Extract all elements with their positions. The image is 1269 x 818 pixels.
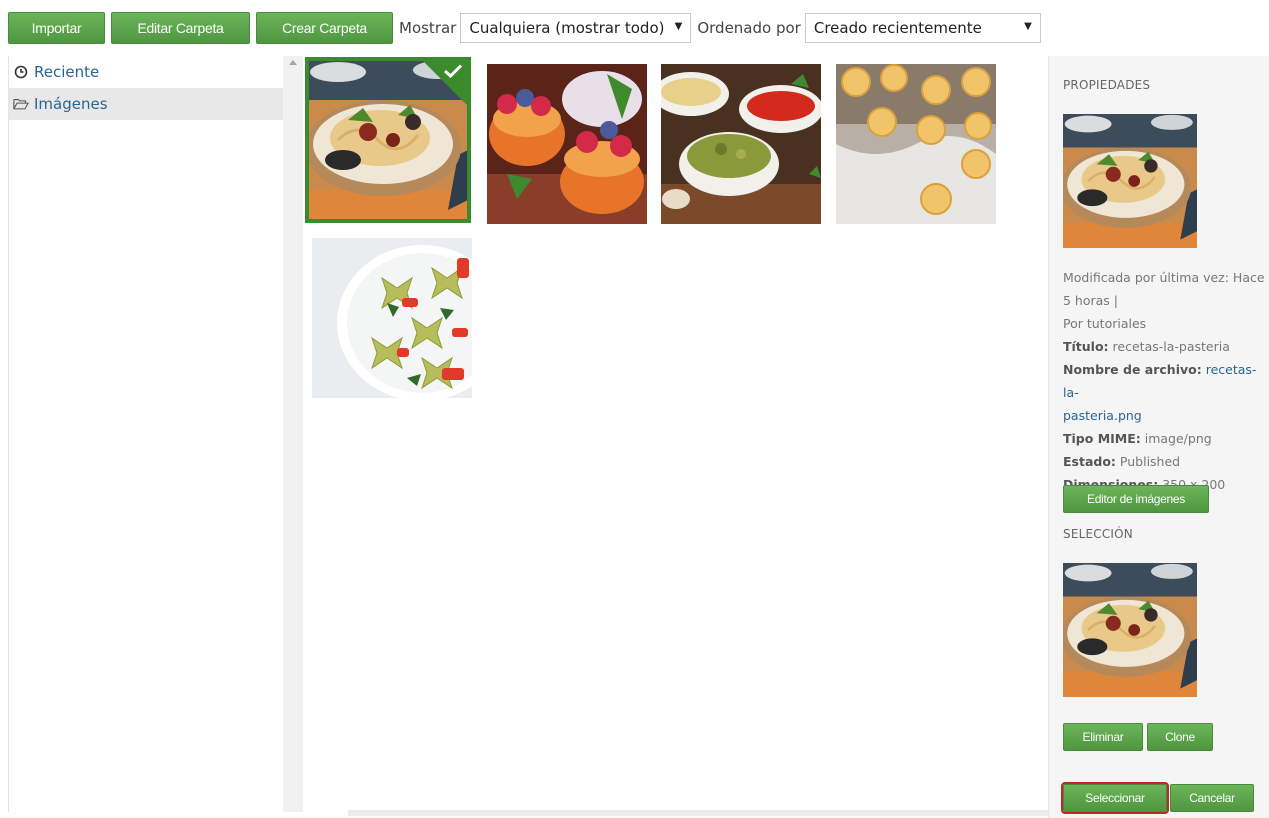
create-folder-button[interactable]: Crear Carpeta [256,12,393,44]
clone-button[interactable]: Clone [1147,723,1213,751]
sort-label: Ordenado por [697,19,801,37]
folder-open-icon [13,96,29,112]
tree-item-label: Imágenes [34,95,108,113]
tree-scrollbar[interactable] [283,56,303,812]
dropdown-arrow-icon: ▼ [674,21,683,32]
show-filter-select[interactable]: Cualquiera (mostrar todo) ▼ [460,13,692,43]
filename-label: Nombre de archivo: [1063,362,1202,377]
image-thumbnail-tortellini[interactable] [836,64,996,224]
properties-panel: PROPIEDADES Modificada por última vez: H… [1048,56,1269,818]
grid-horizontal-scrollbar[interactable] [348,810,1108,816]
status-label: Estado: [1063,454,1116,469]
image-thumbnail-tarts[interactable] [487,64,647,224]
title-row: Título: recetas-la-pasteria [1063,335,1269,358]
cancel-button[interactable]: Cancelar [1170,784,1254,812]
checkmark-icon [444,64,462,78]
dropdown-arrow-icon: ▼ [1024,21,1032,32]
properties-heading: PROPIEDADES [1063,78,1151,92]
mime-row: Tipo MIME: image/png [1063,427,1269,450]
file-info: Modificada por última vez: Hace 5 horas … [1063,266,1269,496]
import-button[interactable]: Importar [8,12,105,44]
filename-link-cont[interactable]: pasteria.png [1063,404,1269,427]
tree-item-images[interactable]: Imágenes [9,88,284,120]
image-thumbnail-pasta-selected[interactable] [305,57,471,223]
sort-value: Creado recientemente [813,19,982,37]
show-label: Mostrar [399,19,457,37]
image-thumbnail-salad[interactable] [312,238,472,398]
author-line: Por tutoriales [1063,316,1147,331]
image-editor-button[interactable]: Editor de imágenes [1063,485,1209,513]
clock-icon [13,64,29,80]
preview-image [1063,114,1197,248]
modified-line-2: 5 horas | [1063,293,1118,308]
mime-value: image/png [1144,431,1212,446]
selection-thumbnail[interactable] [1063,563,1197,697]
filename-row: Nombre de archivo: recetas-la- [1063,358,1269,404]
scroll-up-arrow-icon[interactable] [289,60,297,65]
sort-select[interactable]: Creado recientemente ▼ [804,13,1041,43]
modified-line: Modificada por última vez: Hace [1063,270,1265,285]
title-label: Título: [1063,339,1109,354]
tree-item-label: Reciente [34,63,100,81]
mime-label: Tipo MIME: [1063,431,1141,446]
selection-heading: SELECCIÓN [1063,527,1133,541]
image-thumbnail-sauces[interactable] [661,64,821,224]
toolbar: Importar Editar Carpeta Crear Carpeta Mo… [8,11,1041,45]
status-value: Published [1119,454,1181,469]
remove-button[interactable]: Eliminar [1063,723,1143,751]
tree-item-recent[interactable]: Reciente [9,56,284,88]
edit-folder-button[interactable]: Editar Carpeta [111,12,250,44]
status-row: Estado: Published [1063,450,1269,473]
show-filter-value: Cualquiera (mostrar todo) [469,19,665,37]
folder-tree: Reciente Imágenes [8,56,284,812]
select-button[interactable]: Seleccionar [1061,782,1169,814]
title-value: recetas-la-pasteria [1112,339,1230,354]
